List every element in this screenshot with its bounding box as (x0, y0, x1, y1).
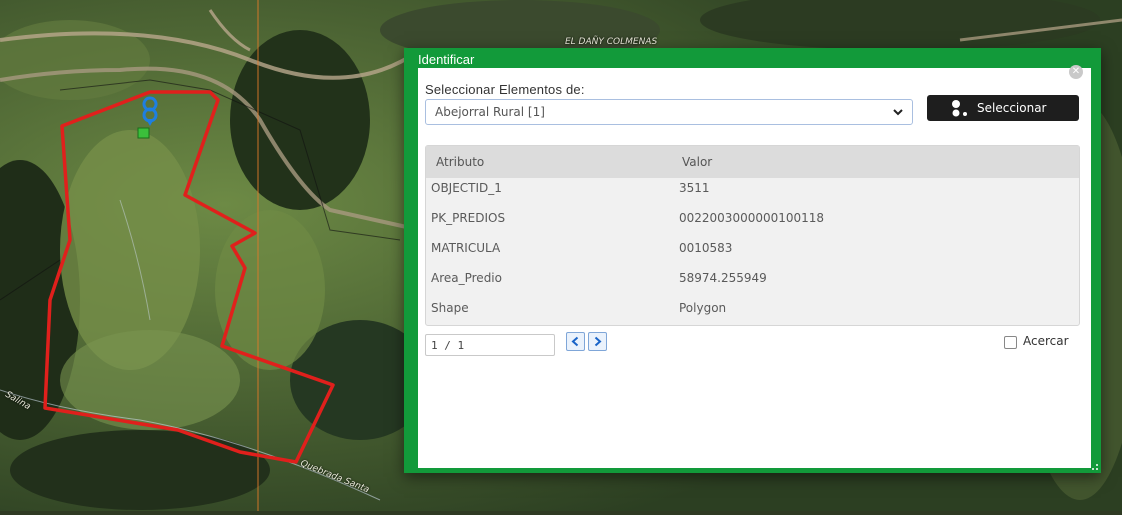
header-attribute: Atributo (436, 155, 485, 169)
value-cell: 0022003000000100118 (679, 211, 825, 225)
select-features-icon (952, 100, 967, 117)
page-indicator-value: 1 / 1 (431, 339, 465, 352)
table-row: MATRICULA 0010583 (426, 234, 1079, 264)
next-button[interactable] (588, 332, 607, 351)
map-road-label: EL DAÑY COLMENAS (565, 37, 658, 47)
value-cell: Polygon (679, 301, 727, 315)
table-row: PK_PREDIOS 0022003000000100118 (426, 204, 1079, 234)
value-cell: 3511 (679, 181, 710, 195)
value-cell: 0010583 (679, 241, 733, 255)
attribute-cell: MATRICULA (431, 241, 501, 255)
dialog-title: Identificar (418, 52, 475, 67)
resize-handle-icon[interactable] (1091, 463, 1099, 471)
attribute-cell: Shape (431, 301, 469, 315)
attribute-table: Atributo Valor OBJECTID_1 3511 PK_PREDIO… (425, 145, 1080, 326)
zoom-to-checkbox[interactable] (1004, 336, 1017, 349)
identify-dialog: Identificar ✕ Seleccionar Elementos de: … (404, 48, 1101, 473)
chevron-right-icon (594, 336, 602, 347)
table-row: Area_Predio 58974.255949 (426, 264, 1079, 294)
chevron-left-icon (571, 336, 579, 347)
dialog-body: ✕ Seleccionar Elementos de: Abejorral Ru… (418, 65, 1091, 468)
zoom-to-label: Acercar (1023, 334, 1069, 348)
previous-button[interactable] (566, 332, 585, 351)
select-button-label: Seleccionar (977, 101, 1047, 115)
chevron-down-icon (893, 109, 903, 116)
attribute-cell: OBJECTID_1 (431, 181, 502, 195)
layer-select-value: Abejorral Rural [1] (435, 105, 545, 119)
header-value: Valor (682, 155, 713, 169)
page-indicator-input[interactable]: 1 / 1 (425, 334, 555, 356)
attribute-cell: PK_PREDIOS (431, 211, 506, 225)
close-icon[interactable]: ✕ (1069, 65, 1083, 79)
layer-select[interactable]: Abejorral Rural [1] (425, 99, 913, 125)
table-row: Shape Polygon (426, 294, 1079, 324)
value-cell: 58974.255949 (679, 271, 767, 285)
table-row: OBJECTID_1 3511 (426, 174, 1079, 204)
select-elements-label: Seleccionar Elementos de: (425, 82, 585, 97)
attribute-cell: Area_Predio (431, 271, 502, 285)
select-button[interactable]: Seleccionar (927, 95, 1079, 121)
